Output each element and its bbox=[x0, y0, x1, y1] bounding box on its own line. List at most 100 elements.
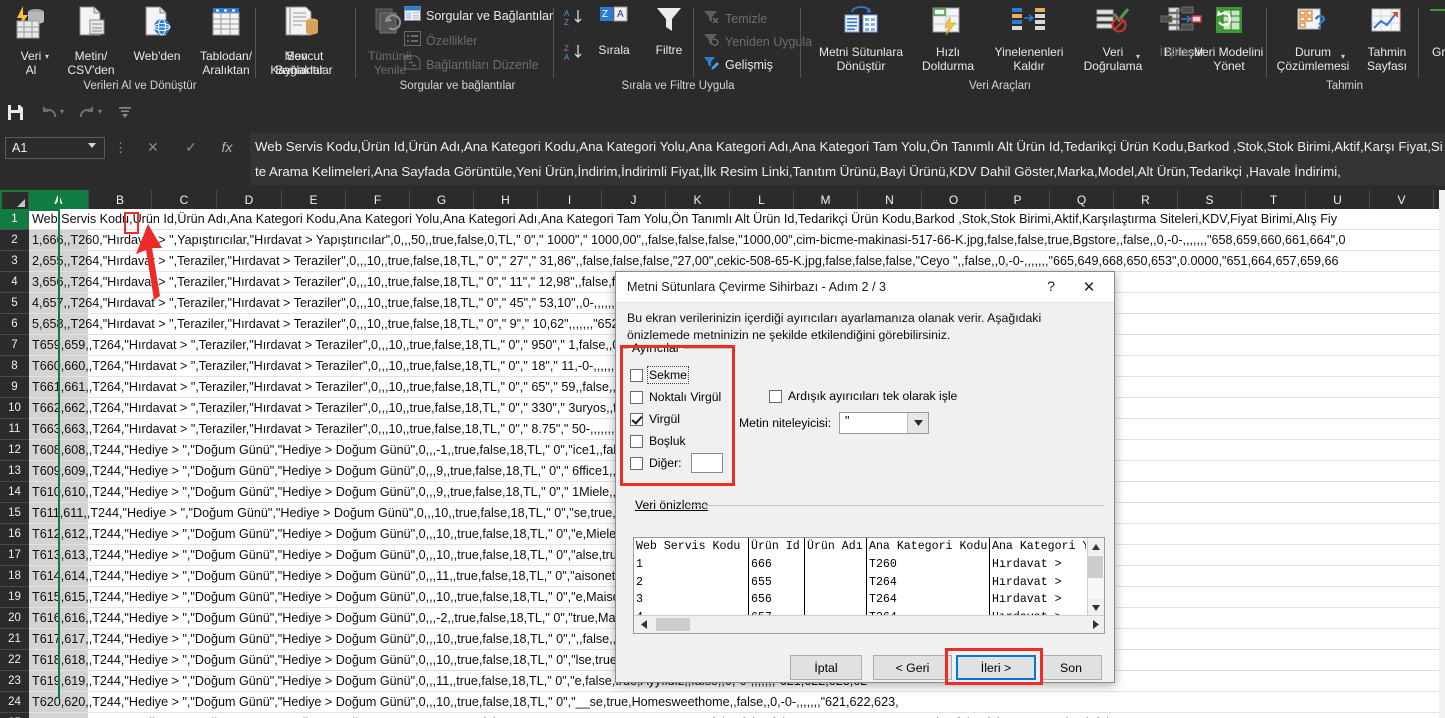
checkbox-box[interactable] bbox=[630, 456, 643, 470]
preview-scroll-down-icon[interactable] bbox=[1087, 599, 1104, 616]
chevron-down-icon[interactable]: ▾ bbox=[1341, 52, 1345, 61]
checkbox-box[interactable] bbox=[630, 368, 643, 382]
data-validation-button[interactable]: Veri Doğrulama ▾ bbox=[1077, 4, 1149, 73]
advanced-filter-button[interactable]: Gelişmiş bbox=[703, 55, 773, 75]
redo-icon[interactable] bbox=[76, 101, 98, 123]
consecutive-delimiters-checkbox[interactable]: Ardışık ayırıcıları tek olarak işle bbox=[769, 389, 957, 403]
column-header-c[interactable]: C bbox=[152, 190, 217, 209]
row-header-11[interactable]: 11 bbox=[0, 419, 29, 440]
name-box[interactable]: A1 bbox=[5, 137, 105, 159]
row-header-6[interactable]: 6 bbox=[0, 314, 29, 335]
column-header-q[interactable]: Q bbox=[1050, 190, 1114, 209]
column-header-o[interactable]: O bbox=[922, 190, 986, 209]
column-header-u[interactable]: U bbox=[1306, 190, 1370, 209]
row-header-3[interactable]: 3 bbox=[0, 251, 29, 272]
help-icon[interactable]: ? bbox=[1038, 278, 1064, 298]
column-header-j[interactable]: J bbox=[602, 190, 666, 209]
preview-vscroll-thumb[interactable] bbox=[1088, 556, 1103, 578]
column-header-v[interactable]: V bbox=[1370, 190, 1434, 209]
row-header-24[interactable]: 24 bbox=[0, 692, 29, 713]
undo-icon[interactable] bbox=[38, 101, 60, 123]
close-icon[interactable]: ✕ bbox=[1072, 277, 1106, 299]
column-header-e[interactable]: E bbox=[282, 190, 346, 209]
row-header-1[interactable]: 1 bbox=[0, 209, 29, 230]
column-header-k[interactable]: K bbox=[666, 190, 730, 209]
column-header-l[interactable]: L bbox=[730, 190, 794, 209]
column-header-r[interactable]: R bbox=[1114, 190, 1178, 209]
vertical-scrollbar[interactable] bbox=[1439, 190, 1445, 718]
column-header-s[interactable]: S bbox=[1178, 190, 1242, 209]
row-header-14[interactable]: 14 bbox=[0, 482, 29, 503]
undo-chevron-down-icon[interactable]: ▾ bbox=[60, 107, 64, 116]
grid-row[interactable]: T620,620,,T244,"Hediye > ","Doğum Günü",… bbox=[29, 692, 1445, 713]
from-table-range-button[interactable]: Tablodan/ Aralıktan bbox=[190, 4, 262, 77]
edit-links-button[interactable]: Bağlantıları Düzenle bbox=[404, 55, 539, 75]
row-header-16[interactable]: 16 bbox=[0, 524, 29, 545]
forecast-sheet-button[interactable]: Tahmin Sayfası bbox=[1356, 4, 1418, 73]
from-web-button[interactable]: Web'den bbox=[126, 4, 188, 63]
row-header-4[interactable]: 4 bbox=[0, 272, 29, 293]
group-button[interactable]: Gru bbox=[1422, 4, 1445, 59]
existing-connections-button[interactable]: Mevcut Bağlantılar bbox=[268, 4, 340, 77]
row-header-18[interactable]: 18 bbox=[0, 566, 29, 587]
get-data-button[interactable]: Veri Al ▾ bbox=[4, 4, 58, 77]
chevron-down-icon[interactable]: ▾ bbox=[45, 52, 49, 61]
preview-scroll-up-icon[interactable] bbox=[1087, 538, 1104, 555]
row-header-17[interactable]: 17 bbox=[0, 545, 29, 566]
row-header-22[interactable]: 22 bbox=[0, 650, 29, 671]
save-icon[interactable] bbox=[4, 101, 26, 123]
next-button[interactable]: İleri > bbox=[956, 655, 1036, 680]
row-header-15[interactable]: 15 bbox=[0, 503, 29, 524]
properties-button[interactable]: Özellikler bbox=[404, 31, 477, 51]
data-preview-box[interactable]: Web Servis Kodu1234Ürün Id666655656657Ür… bbox=[633, 537, 1105, 634]
row-header-13[interactable]: 13 bbox=[0, 461, 29, 482]
row-header-7[interactable]: 7 bbox=[0, 335, 29, 356]
from-text-csv-button[interactable]: Metin/ CSV'den bbox=[60, 4, 122, 77]
redo-chevron-down-icon[interactable]: ▾ bbox=[98, 107, 102, 116]
grid-row[interactable]: T621,621,,T244,"Hediye > ","Doğum Günü",… bbox=[29, 713, 1445, 718]
grid-row[interactable]: 1,666,,T260,"Hırdavat > ",Yapıştırıcılar… bbox=[29, 230, 1445, 251]
row-header-23[interactable]: 23 bbox=[0, 671, 29, 692]
cancel-entry-icon[interactable]: ✕ bbox=[138, 139, 168, 156]
sort-desc-button[interactable]: Z A bbox=[563, 42, 585, 67]
column-header-g[interactable]: G bbox=[410, 190, 474, 209]
row-header-21[interactable]: 21 bbox=[0, 629, 29, 650]
insert-function-icon[interactable]: fx bbox=[212, 139, 242, 155]
chevron-down-icon[interactable]: ▾ bbox=[1136, 52, 1140, 61]
row-header-19[interactable]: 19 bbox=[0, 587, 29, 608]
row-header-20[interactable]: 20 bbox=[0, 608, 29, 629]
column-header-d[interactable]: D bbox=[217, 190, 282, 209]
cancel-button[interactable]: İptal bbox=[790, 655, 862, 680]
row-header-5[interactable]: 5 bbox=[0, 293, 29, 314]
column-header-m[interactable]: M bbox=[794, 190, 858, 209]
checkbox-box[interactable] bbox=[630, 434, 643, 448]
grid-row[interactable]: Web Servis Kodu,Ürün Id,Ürün Adı,Ana Kat… bbox=[29, 209, 1445, 230]
preview-scroll-left-icon[interactable] bbox=[636, 617, 652, 632]
sort-asc-button[interactable]: A Z bbox=[563, 7, 585, 32]
column-header-p[interactable]: P bbox=[986, 190, 1050, 209]
row-header-12[interactable]: 12 bbox=[0, 440, 29, 461]
flash-fill-button[interactable]: Hızlı Doldurma bbox=[915, 4, 981, 73]
clear-filter-button[interactable]: Temizle bbox=[703, 9, 767, 29]
reapply-filter-button[interactable]: Yeniden Uygula bbox=[703, 32, 812, 52]
row-header-10[interactable]: 10 bbox=[0, 398, 29, 419]
sort-button[interactable]: Z A Sırala bbox=[588, 4, 640, 57]
grid-row[interactable]: 2,655,,T264,"Hırdavat > ",Teraziler,"Hır… bbox=[29, 251, 1445, 272]
what-if-analysis-button[interactable]: ? Durum Çözümlemesi ▾ bbox=[1272, 4, 1354, 73]
text-to-columns-button[interactable]: Metni Sütunlara Dönüştür bbox=[815, 4, 907, 73]
delimiter-comma-checkbox[interactable]: Virgül bbox=[630, 412, 680, 426]
delimiter-space-checkbox[interactable]: Boşluk bbox=[630, 434, 686, 448]
column-header-t[interactable]: T bbox=[1242, 190, 1306, 209]
checkbox-box[interactable] bbox=[630, 390, 643, 404]
row-header-8[interactable]: 8 bbox=[0, 356, 29, 377]
column-header-n[interactable]: N bbox=[858, 190, 922, 209]
formula-bar-expand-handle[interactable]: ⋮ bbox=[114, 140, 127, 156]
other-delimiter-field[interactable] bbox=[691, 453, 723, 473]
column-header-b[interactable]: B bbox=[89, 190, 152, 209]
delimiter-tab-checkbox[interactable]: Sekme bbox=[630, 366, 689, 384]
delimiter-semicolon-checkbox[interactable]: Noktalı Virgül bbox=[630, 390, 721, 404]
text-qualifier-select[interactable]: " bbox=[839, 412, 929, 434]
name-box-chevron-down-icon[interactable] bbox=[88, 143, 96, 148]
chevron-down-icon[interactable] bbox=[907, 413, 928, 433]
preview-scroll-right-icon[interactable] bbox=[1088, 617, 1104, 632]
